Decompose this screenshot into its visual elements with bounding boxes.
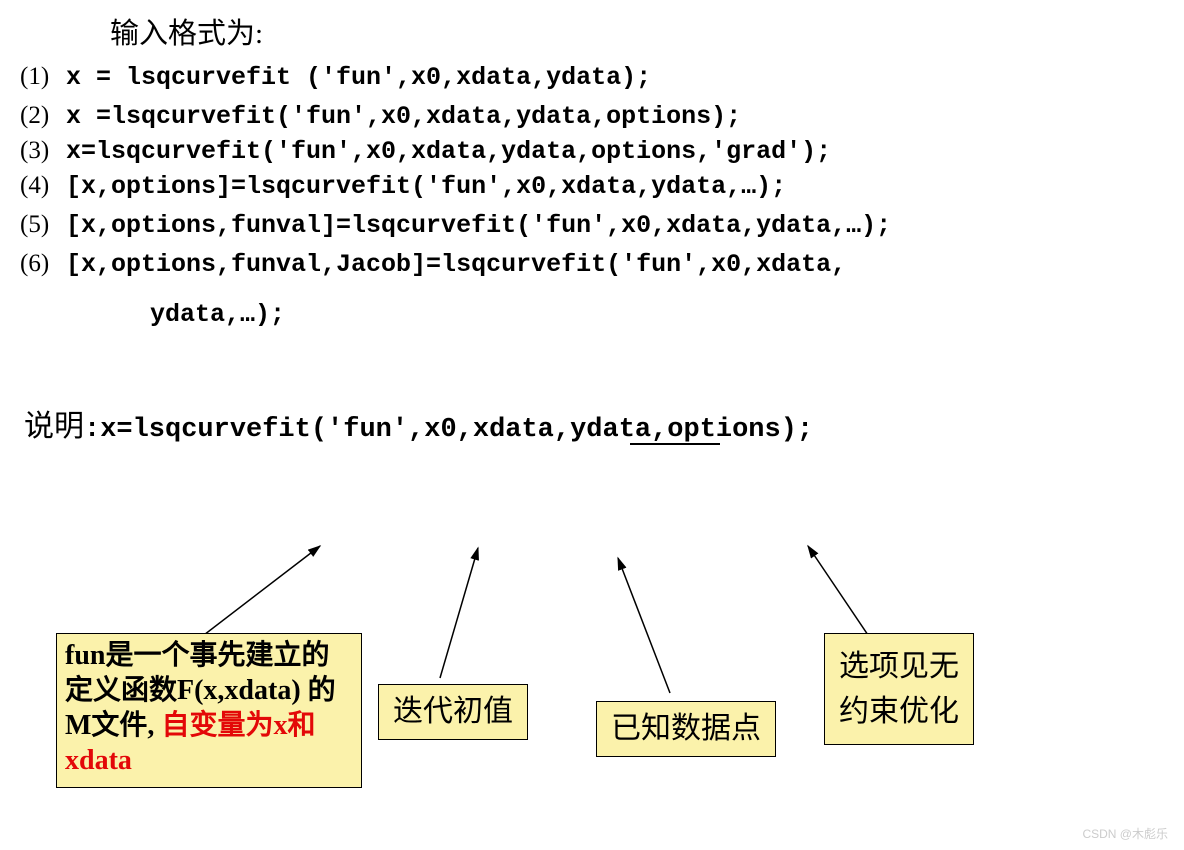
callout-text: 选项见无 [839,650,959,683]
callout-x0: 迭代初值 [378,684,528,740]
code-row: (2) x =lsqcurvefit('fun',x0,xdata,ydata,… [20,99,1164,134]
callout-text: 约束优化 [839,695,959,728]
callout-text-highlight: xdata [65,745,132,776]
code-text: x =lsqcurvefit('fun',x0,xdata,ydata,opti… [66,102,741,131]
underline-decoration [630,443,720,445]
section-title: 输入格式为: [110,10,1164,52]
code-text: [x,options,funval]=lsqcurvefit('fun',x0,… [66,211,891,240]
row-number: (3) [20,137,66,165]
callout-text: 定义函数F(x,xdata) 的 [65,675,336,706]
row-number: (6) [20,250,66,278]
explanation-code: x=lsqcurvefit('fun',x0,xdata,ydata,optio… [100,415,813,445]
callout-fun: fun是一个事先建立的 定义函数F(x,xdata) 的 M文件, 自变量为x和… [56,633,362,788]
code-text: [x,options]=lsqcurvefit('fun',x0,xdata,y… [66,172,786,201]
code-text: [x,options,funval,Jacob]=lsqcurvefit('fu… [66,250,846,279]
code-row: (3) x=lsqcurvefit('fun',x0,xdata,ydata,o… [20,134,1164,169]
row-number: (5) [20,211,66,239]
explanation-label: 说明 [24,410,84,443]
row-number: (1) [20,63,66,91]
callout-text: fun是一个事先建立的 [65,640,329,671]
code-row: (4) [x,options]=lsqcurvefit('fun',x0,xda… [20,169,1164,204]
callout-text-highlight: 自变量为x和 [161,710,315,741]
explanation-sep: : [84,415,100,445]
code-text: x=lsqcurvefit('fun',x0,xdata,ydata,optio… [66,137,831,166]
code-list: (1) x = lsqcurvefit ('fun',x0,xdata,ydat… [20,60,1164,371]
callout-options: 选项见无 约束优化 [824,633,974,745]
explanation-line: 说明:x=lsqcurvefit('fun',x0,xdata,ydata,op… [24,401,1164,445]
code-row: (1) x = lsqcurvefit ('fun',x0,xdata,ydat… [20,60,1164,95]
row-number: (2) [20,102,66,130]
callout-data: 已知数据点 [596,701,776,757]
code-row: (6) [x,options,funval,Jacob]=lsqcurvefit… [20,247,1164,282]
code-continuation: ydata,…); [150,282,1164,371]
code-text: x = lsqcurvefit ('fun',x0,xdata,ydata); [66,63,651,92]
row-number: (4) [20,172,66,200]
watermark: CSDN @木彪乐 [1082,825,1168,842]
code-row: (5) [x,options,funval]=lsqcurvefit('fun'… [20,208,1164,243]
callout-text: M文件, [65,710,161,741]
